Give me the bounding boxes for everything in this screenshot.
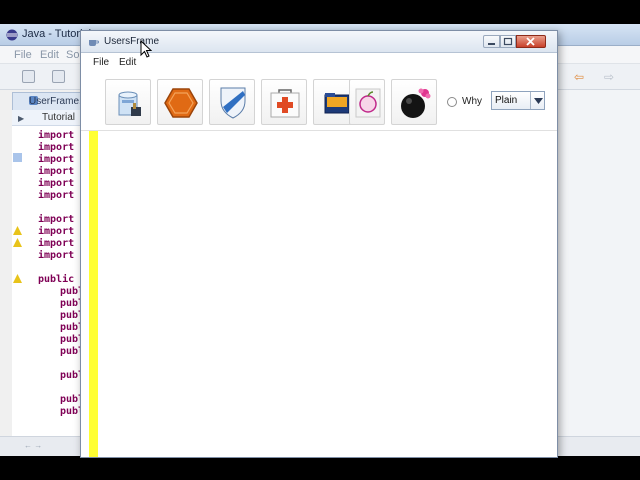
close-icon <box>526 37 535 46</box>
window-toolbar: Why Plain <box>81 73 557 131</box>
menu-file[interactable]: File <box>93 57 109 68</box>
status-text: ← → <box>24 441 43 450</box>
code-line: import <box>38 238 75 249</box>
forward-arrow-icon[interactable]: ⇨ <box>604 70 614 84</box>
close-button[interactable] <box>516 35 546 48</box>
bomb-icon <box>401 88 431 118</box>
maximize-button[interactable] <box>500 35 516 48</box>
editor-tab-label: UserFrame.j <box>29 96 85 107</box>
menu-edit[interactable]: Edit <box>119 57 136 68</box>
ide-menu-file[interactable]: File <box>14 49 32 61</box>
breakpoint-marker-icon[interactable] <box>13 153 22 162</box>
code-line: import <box>38 250 75 261</box>
ide-nav-toolbar: ⇦ ⇨ <box>558 64 640 90</box>
warning-icon[interactable] <box>13 274 22 283</box>
apple-button[interactable] <box>349 79 385 125</box>
shield-icon <box>220 87 246 119</box>
code-line: import <box>38 166 75 177</box>
warning-icon[interactable] <box>13 238 22 247</box>
highlight-bar <box>89 131 98 457</box>
minimize-icon <box>488 43 495 45</box>
code-editor[interactable]: import import import import import impor… <box>12 126 86 436</box>
window-menubar: File Edit <box>81 53 557 73</box>
hexagon-button[interactable] <box>157 79 203 125</box>
why-radio-label: Why <box>462 96 482 107</box>
code-line: import <box>38 154 75 165</box>
ide-menu-source[interactable]: So <box>66 49 79 61</box>
chevron-down-icon <box>534 98 543 104</box>
bomb-button[interactable] <box>391 79 437 125</box>
database-icon <box>118 91 141 116</box>
content-area[interactable] <box>81 131 557 457</box>
shield-button[interactable] <box>209 79 255 125</box>
java-cup-icon <box>89 40 99 46</box>
code-line: import <box>38 190 75 201</box>
hexagon-icon <box>164 88 198 118</box>
warning-icon[interactable] <box>13 226 22 235</box>
code-line: import <box>38 130 75 141</box>
expand-arrow-icon[interactable]: ▶ <box>18 114 24 123</box>
style-combobox[interactable]: Plain <box>491 91 545 110</box>
window-titlebar[interactable]: UsersFrame <box>81 31 557 53</box>
maximize-icon <box>503 37 513 46</box>
combobox-arrow[interactable] <box>530 92 545 109</box>
new-file-icon[interactable] <box>22 70 35 83</box>
users-frame-window: UsersFrame File Edit Why Plain <box>80 30 558 458</box>
back-arrow-icon[interactable]: ⇦ <box>574 70 584 84</box>
combobox-value: Plain <box>495 95 518 106</box>
database-button[interactable] <box>105 79 151 125</box>
minimize-button[interactable] <box>483 35 500 48</box>
apple-icon <box>355 88 381 118</box>
save-icon[interactable] <box>52 70 65 83</box>
first-aid-kit-icon <box>270 89 300 118</box>
eclipse-logo-icon <box>6 29 18 41</box>
first-aid-button[interactable] <box>261 79 307 125</box>
code-line: import <box>38 142 75 153</box>
code-line: public c <box>38 274 87 285</box>
outline-label: Tutorial <box>42 112 75 123</box>
ide-right-panel: ⇦ ⇨ <box>558 64 640 456</box>
window-title: UsersFrame <box>104 36 160 47</box>
ide-menu-edit[interactable]: Edit <box>40 49 59 61</box>
why-radio-button[interactable] <box>447 97 457 107</box>
code-line: import <box>38 178 75 189</box>
code-line: import <box>38 226 75 237</box>
code-line: import <box>38 214 75 225</box>
